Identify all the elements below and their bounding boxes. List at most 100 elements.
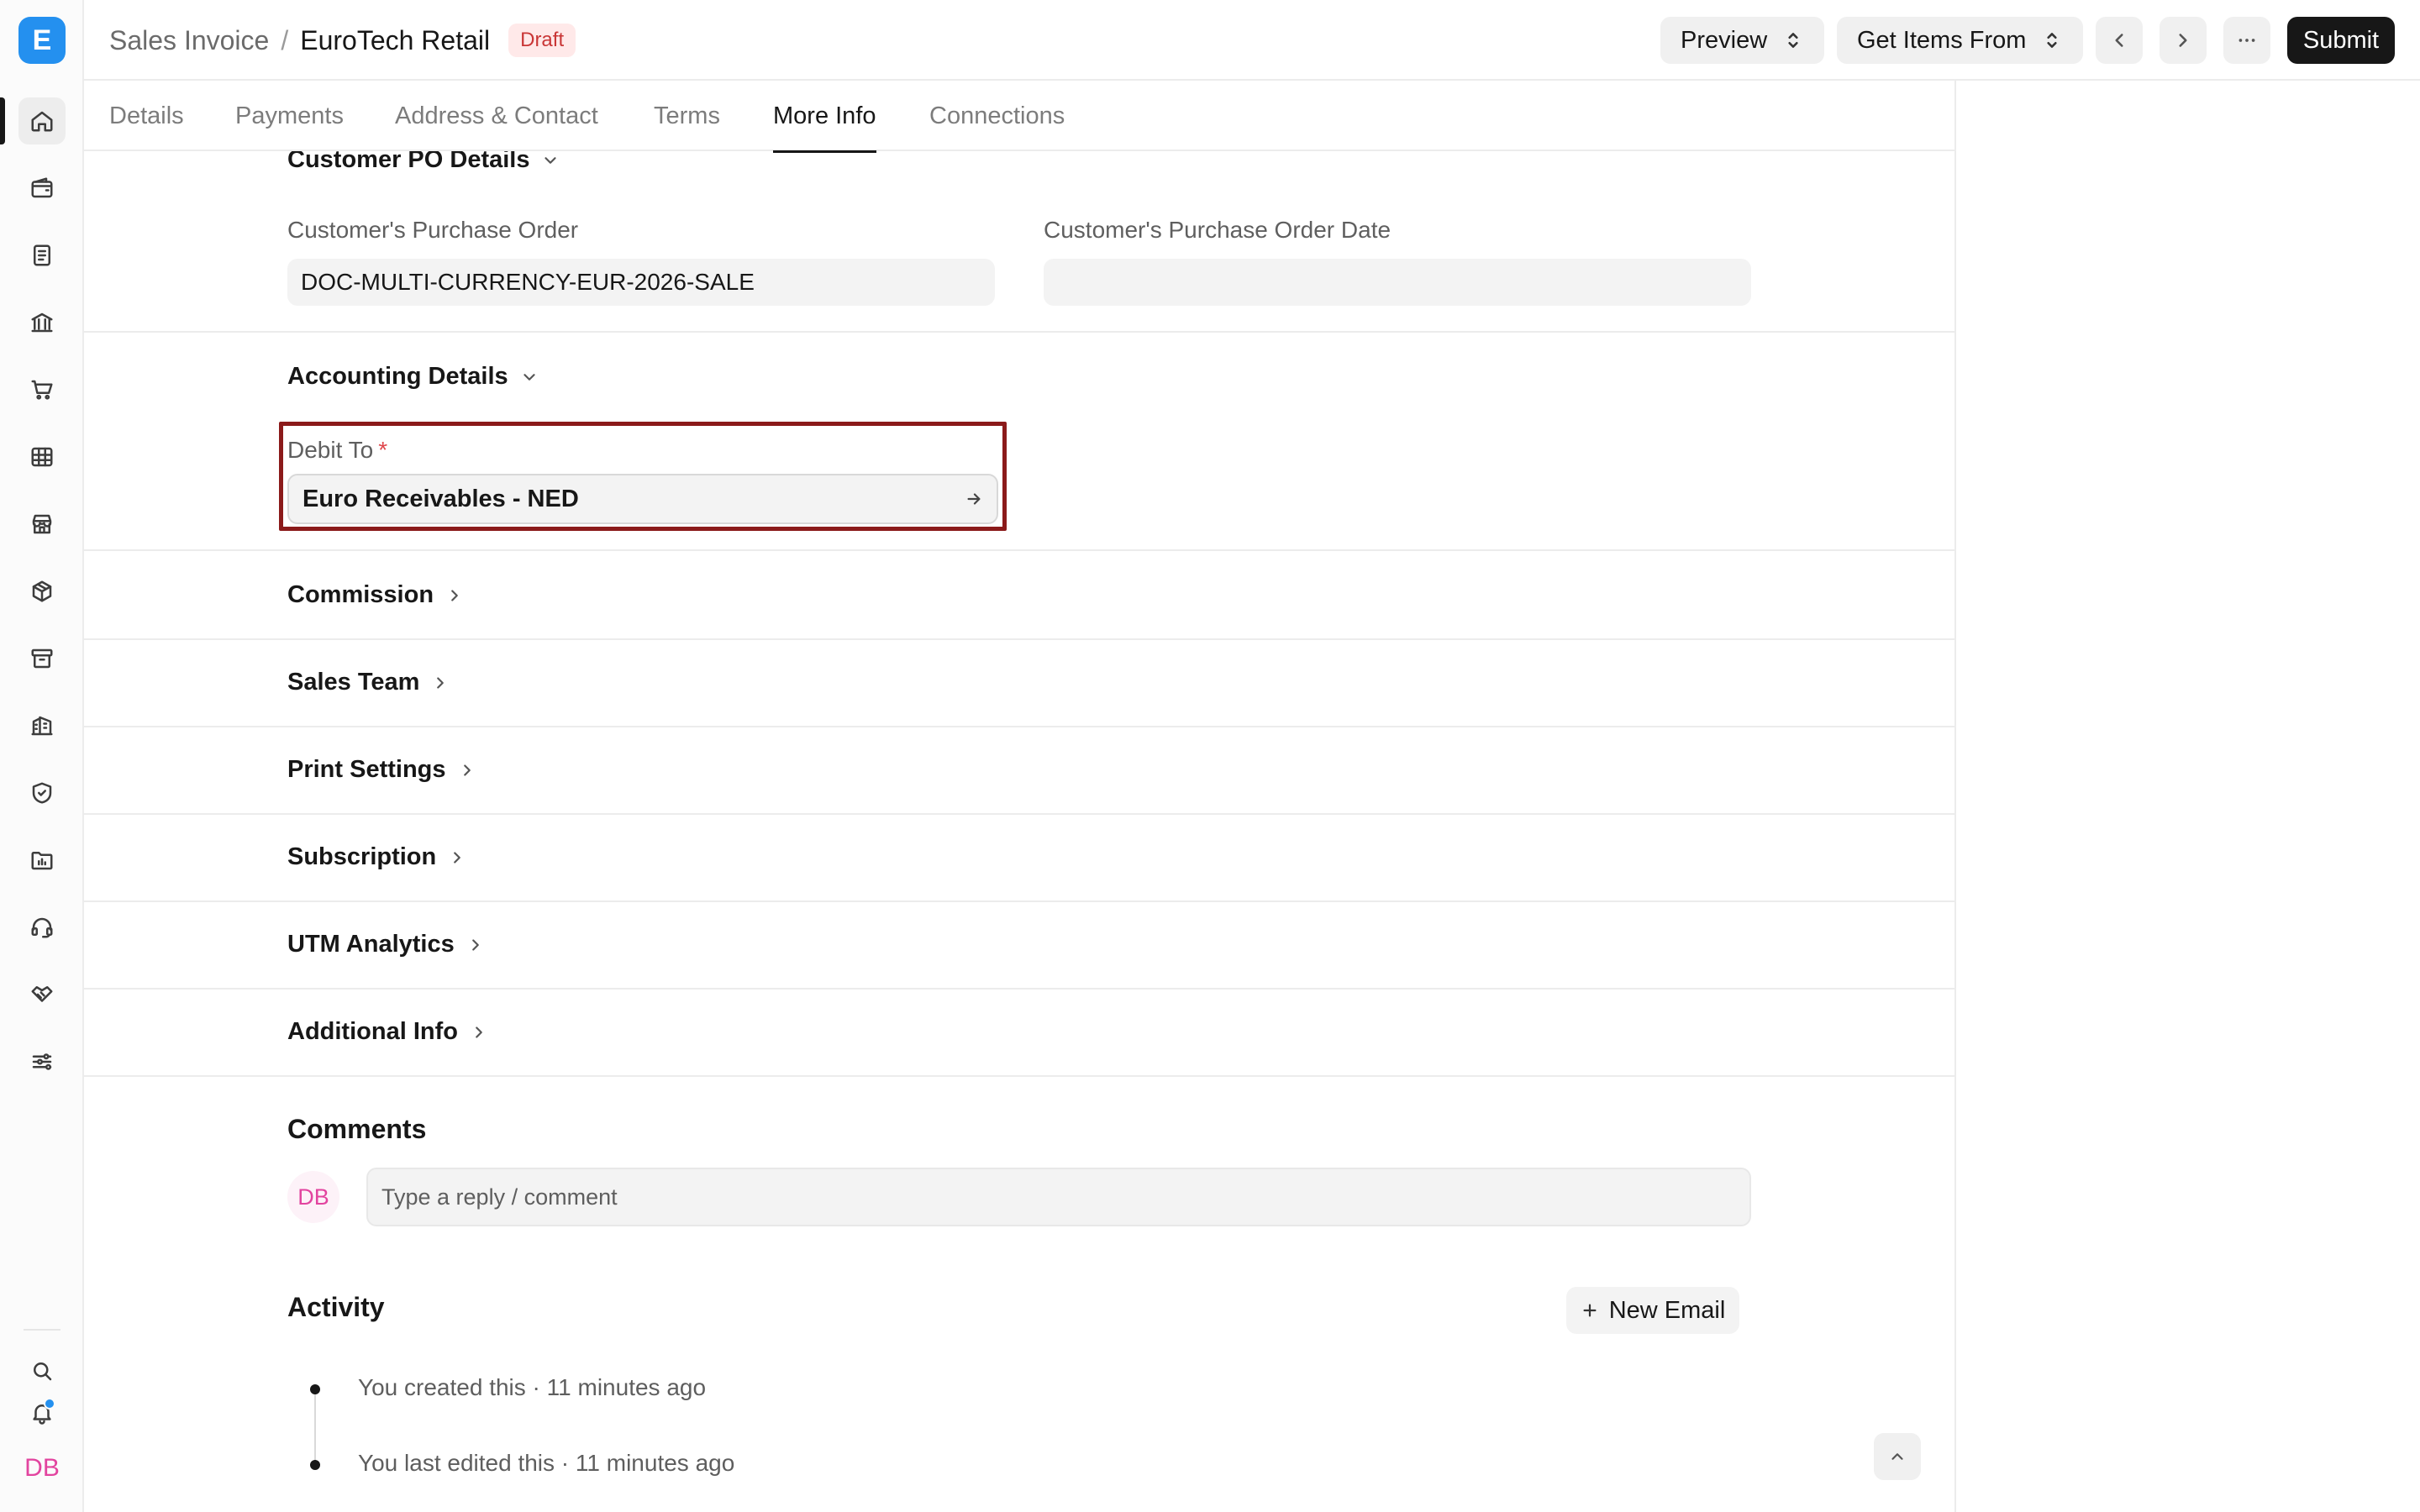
section-sales-team[interactable]: Sales Team [287, 669, 450, 696]
search-icon[interactable] [18, 1347, 66, 1394]
previous-doc-button[interactable] [2096, 17, 2143, 64]
section-subscription-label: Subscription [287, 843, 437, 870]
po-input[interactable]: DOC-MULTI-CURRENCY-EUR-2026-SALE [287, 259, 995, 306]
divider [84, 1075, 1954, 1077]
chevron-right-icon [451, 589, 458, 601]
page-header: Sales Invoice / EuroTech Retail Draft Pr… [84, 0, 2420, 81]
chevron-right-icon [2179, 34, 2187, 47]
scroll-to-top-button[interactable] [1874, 1433, 1921, 1480]
chevron-up-down-icon [1788, 33, 1798, 48]
home-icon[interactable] [18, 97, 66, 144]
section-print-settings[interactable]: Print Settings [287, 756, 476, 784]
form-panel: Details Payments Address & Contact Terms… [84, 81, 1956, 1512]
debit-to-label-text: Debit To [287, 437, 374, 463]
sliders-icon[interactable] [18, 1038, 66, 1085]
user-avatar[interactable]: DB [18, 1445, 66, 1492]
store-icon[interactable] [18, 501, 66, 548]
tab-details[interactable]: Details [109, 81, 184, 151]
tab-terms[interactable]: Terms [654, 81, 720, 151]
tab-connections[interactable]: Connections [929, 81, 1065, 151]
bank-icon[interactable] [18, 299, 66, 346]
tab-address-contact[interactable]: Address & Contact [395, 81, 598, 151]
next-doc-button[interactable] [2160, 17, 2207, 64]
section-additional-info[interactable]: Additional Info [287, 1018, 488, 1046]
po-date-label: Customer's Purchase Order Date [1044, 217, 1392, 243]
divider [84, 331, 1954, 333]
table-icon[interactable] [18, 433, 66, 480]
get-items-from-button[interactable]: Get Items From [1837, 17, 2084, 64]
divider [84, 638, 1954, 640]
plus-icon [1583, 1304, 1597, 1317]
divider [84, 549, 1954, 551]
more-actions-button[interactable] [2223, 17, 2270, 64]
po-date-input[interactable] [1044, 259, 1751, 306]
get-items-label: Get Items From [1857, 26, 2027, 54]
comments-title: Comments [287, 1114, 427, 1144]
chevron-right-icon [476, 1026, 482, 1038]
debit-to-field[interactable]: Euro Receivables - NED [287, 474, 998, 524]
package-icon[interactable] [18, 568, 66, 615]
shield-icon[interactable] [18, 769, 66, 816]
activity-item: You last edited this · 11 minutes ago [358, 1450, 735, 1476]
section-commission[interactable]: Commission [287, 581, 464, 609]
chevron-left-icon [2115, 34, 2123, 47]
tab-payments[interactable]: Payments [235, 81, 344, 151]
cart-icon[interactable] [18, 366, 66, 413]
rail-divider [24, 1329, 60, 1331]
section-subscription[interactable]: Subscription [287, 843, 466, 871]
activity-item: You created this · 11 minutes ago [358, 1374, 707, 1400]
chevron-up-icon [1891, 1453, 1903, 1460]
chevron-down-icon [523, 373, 535, 381]
active-indicator [0, 97, 5, 144]
archive-icon[interactable] [18, 635, 66, 682]
po-label: Customer's Purchase Order [287, 217, 579, 243]
section-sales-team-label: Sales Team [287, 669, 420, 696]
new-email-button[interactable]: New Email [1566, 1287, 1739, 1334]
breadcrumb-doctype[interactable]: Sales Invoice [109, 25, 269, 56]
ellipsis-icon [2238, 39, 2255, 42]
divider [84, 988, 1954, 990]
app-logo[interactable]: E [18, 17, 66, 64]
handshake-icon[interactable] [18, 971, 66, 1018]
preview-label: Preview [1681, 26, 1768, 54]
debit-to-value: Euro Receivables - NED [302, 485, 579, 512]
building-icon[interactable] [18, 702, 66, 749]
chevron-right-icon [454, 851, 461, 864]
sidebar-rail: E DB [0, 0, 84, 1512]
preview-button[interactable]: Preview [1660, 17, 1825, 64]
timeline-dot [310, 1384, 320, 1394]
bell-icon[interactable] [18, 1389, 66, 1436]
tab-more-info[interactable]: More Info [773, 81, 876, 153]
section-additional-info-label: Additional Info [287, 1018, 458, 1045]
section-commission-label: Commission [287, 581, 434, 608]
section-print-settings-label: Print Settings [287, 756, 446, 783]
timeline-line [314, 1393, 316, 1468]
divider [84, 726, 1954, 727]
submit-button[interactable]: Submit [2287, 17, 2395, 64]
chevron-up-down-icon [2047, 33, 2058, 48]
section-accounting[interactable]: Accounting Details [287, 363, 539, 391]
wallet-icon[interactable] [18, 165, 66, 212]
receipt-icon[interactable] [18, 232, 66, 279]
timeline-dot [310, 1460, 320, 1470]
breadcrumb: Sales Invoice / EuroTech Retail Draft [109, 0, 576, 81]
chevron-right-icon [471, 938, 479, 951]
breadcrumb-separator: / [281, 24, 289, 55]
section-accounting-label: Accounting Details [287, 363, 508, 390]
comment-input[interactable]: Type a reply / comment [366, 1168, 1751, 1226]
folder-chart-icon[interactable] [18, 837, 66, 884]
page-title: EuroTech Retail [300, 24, 491, 55]
status-badge: Draft [508, 24, 576, 57]
activity-title: Activity [287, 1292, 385, 1322]
chevron-down-icon [544, 156, 557, 164]
chevron-right-icon [437, 676, 445, 689]
notification-dot [44, 1398, 55, 1410]
section-utm-analytics-label: UTM Analytics [287, 931, 455, 958]
headset-icon[interactable] [18, 904, 66, 951]
form-tabs: Details Payments Address & Contact Terms… [84, 81, 1954, 153]
new-email-label: New Email [1608, 1296, 1726, 1324]
divider [84, 900, 1954, 902]
arrow-right-icon[interactable] [965, 490, 983, 508]
required-mark: * [378, 437, 388, 463]
section-utm-analytics[interactable]: UTM Analytics [287, 931, 485, 958]
